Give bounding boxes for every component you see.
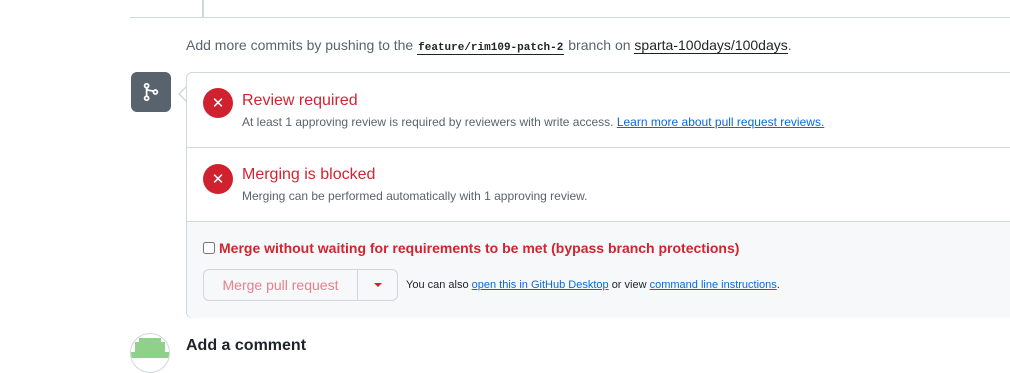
push-hint-middle: branch on (568, 37, 631, 53)
merging-blocked-section: ✕ Merging is blocked Merging can be perf… (187, 148, 1010, 222)
or-view-text: or view (611, 279, 647, 291)
repo-name[interactable]: sparta-100days/100days (634, 37, 788, 54)
check-desc-review: At least 1 approving review is required … (242, 115, 824, 129)
git-branch-icon (131, 72, 171, 112)
merge-alternatives: You can also open this in GitHub Desktop… (406, 279, 780, 291)
merge-method-dropdown[interactable] (358, 270, 397, 300)
push-hint-suffix: . (787, 37, 792, 53)
timeline-line (202, 0, 204, 17)
divider (130, 17, 1010, 18)
merge-status-box: ✕ Review required At least 1 approving r… (186, 72, 1010, 318)
triangle-down-icon (373, 283, 382, 287)
push-hint: Add more commits by pushing to the featu… (186, 37, 792, 55)
check-title-review: Review required (242, 92, 358, 109)
also-suffix: . (776, 279, 780, 291)
also-prefix: You can also (406, 279, 469, 291)
merge-actions-section: Merge without waiting for requirements t… (187, 222, 1010, 318)
check-title-blocked: Merging is blocked (242, 166, 376, 183)
branch-name[interactable]: feature/rim109-patch-2 (417, 42, 565, 55)
review-required-section: ✕ Review required At least 1 approving r… (187, 73, 1010, 148)
learn-more-link[interactable]: Learn more about pull request reviews. (617, 115, 824, 129)
add-comment-heading: Add a comment (186, 337, 307, 354)
merge-pull-request-button[interactable]: Merge pull request (204, 270, 358, 300)
x-icon: ✕ (203, 88, 233, 118)
command-line-link[interactable]: command line instructions (650, 279, 777, 291)
bypass-checkbox[interactable] (203, 242, 215, 254)
push-hint-prefix: Add more commits by pushing to the (186, 37, 414, 53)
avatar[interactable] (130, 333, 170, 373)
x-icon: ✕ (203, 164, 233, 194)
bypass-label: Merge without waiting for requirements t… (219, 240, 740, 256)
check-desc-blocked: Merging can be performed automatically w… (242, 189, 588, 203)
merge-button-group: Merge pull request (203, 269, 398, 301)
github-desktop-link[interactable]: open this in GitHub Desktop (472, 279, 609, 291)
bypass-option[interactable]: Merge without waiting for requirements t… (203, 240, 739, 256)
check-desc-text: At least 1 approving review is required … (242, 115, 614, 129)
